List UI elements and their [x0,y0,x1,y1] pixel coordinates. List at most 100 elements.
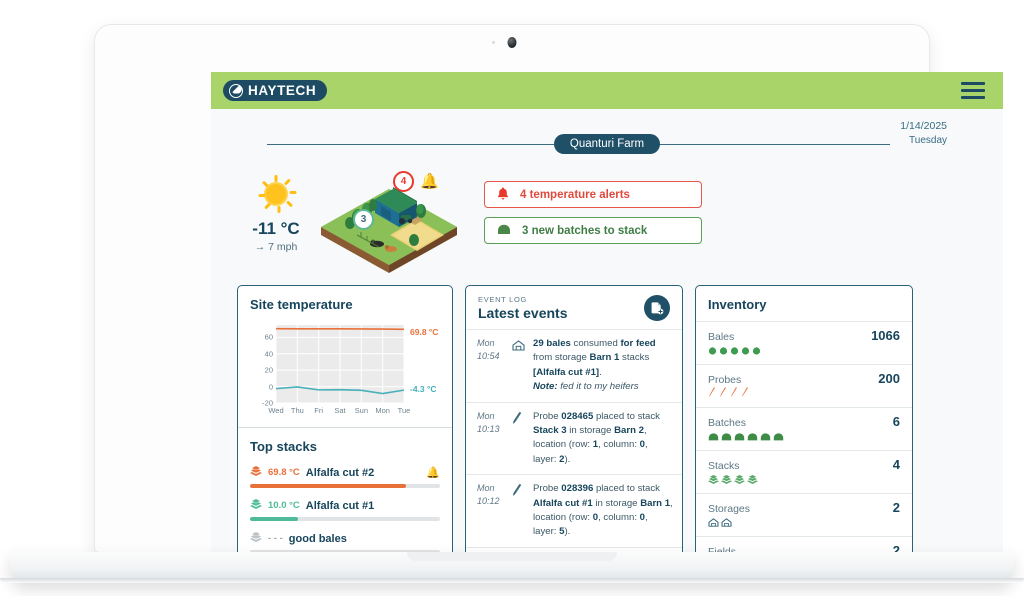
chart-y-tick: 0 [268,382,273,392]
storage-icon [721,514,732,532]
brand-logo[interactable]: HAYTECH [223,80,328,101]
inventory-list: Bales 1066 Probes 200 Batches 6 Stacks 4… [696,321,912,577]
top-stacks-title: Top stacks [250,439,317,454]
event-log-title: Latest events [478,305,568,321]
event-log-kicker: EVENT LOG [478,295,528,304]
scene-alert-badge[interactable]: 4 [393,171,414,192]
event-log-list[interactable]: Mon 10:54 29 bales consumed for feed from… [466,329,682,577]
inventory-count: 2 [892,500,900,515]
event-log-header: EVENT LOG Latest events [466,286,682,329]
chart-x-tick: Fri [314,406,324,415]
event-log-card: EVENT LOG Latest events Mon 10:54 29 bal… [465,285,683,577]
stack-icon [250,532,262,545]
event-description: 29 bales consumed for feed from storage … [533,338,656,393]
probe-icon [741,385,750,403]
inventory-icon-row [708,431,900,443]
top-stack-row[interactable]: 69.8 °C Alfalfa cut #2 🔔 [250,466,440,488]
inventory-icon-row [708,345,900,357]
brand-name: HAYTECH [248,83,317,98]
inventory-row[interactable]: Bales 1066 [696,321,912,364]
stack-icon [708,471,719,489]
hay-bale-icon [497,223,511,238]
inventory-row[interactable]: Probes 200 [696,364,912,407]
chart-cold-value: -4.3 °C [410,384,437,394]
inventory-card: Inventory Bales 1066 Probes 200 Batches … [695,285,913,577]
event-timestamp: Mon 10:54 [477,338,500,362]
chart-x-tick: Sun [354,406,369,415]
current-weekday: Tuesday [909,134,947,146]
event-description: Probe 028396 placed to stack Alfalfa cut… [533,483,673,538]
scene-stack-badge[interactable]: 3 [353,209,374,230]
chart-y-tick: 40 [264,349,273,359]
farm-illustration[interactable]: 4 3 🔔 [317,165,462,275]
chart-series-svg [275,325,405,404]
chart-x-tick: Sat [334,406,346,415]
sun-core [266,184,286,204]
bale-icon [708,342,717,360]
laptop-base-shadow [0,578,1024,583]
farm-name-pill[interactable]: Quanturi Farm [553,134,661,154]
inventory-count: 6 [892,414,900,429]
bale-icon [719,342,728,360]
chart-x-tick: Tue [397,406,411,415]
stack-bar-fill [250,484,406,488]
inventory-icon-row [708,385,900,403]
site-temperature-title: Site temperature [250,297,353,312]
inventory-header: Inventory [696,286,912,321]
event-description: Probe 028465 placed to stack Stack 3 in … [533,410,660,465]
leaf-circle-icon [229,83,243,98]
batch-icon [734,428,745,446]
chart-x-tick: Wed [268,406,284,415]
batch-icon [747,428,758,446]
inventory-row[interactable]: Batches 6 [696,407,912,450]
chart-x-tick: Mon [375,406,390,415]
top-stack-row[interactable]: 10.0 °C Alfalfa cut #1 [250,499,440,521]
batch-icon [760,428,771,446]
inventory-count: 1066 [871,328,900,343]
inventory-icon-row [708,517,900,529]
menu-line [961,96,985,99]
batch-icon [773,428,784,446]
top-stack-row[interactable]: - - - good bales [250,532,440,554]
stack-temperature: 69.8 °C [268,467,300,478]
site-temperature-section: Site temperature -20 0 20 40 60 Wed Thu Fri Sat… [238,286,452,427]
event-timestamp: Mon 10:12 [477,483,500,507]
inventory-row[interactable]: Storages 2 [696,493,912,536]
site-temperature-card: Site temperature -20 0 20 40 60 Wed Thu Fri Sat… [237,285,453,577]
probe-icon [730,385,739,403]
alerts-list: 4 temperature alerts 3 new batches to st… [484,165,702,253]
bale-icon [730,342,739,360]
summary-row: -11 °C → 7 mph 4 3 🔔 4 temperature alert… [237,165,977,275]
batch-icon [721,428,732,446]
chart-y-tick: 20 [264,365,273,375]
stack-icon [747,471,758,489]
probe-icon [512,482,526,540]
app-header-bar: HAYTECH [211,72,1003,109]
site-temperature-chart[interactable]: -20 0 20 40 60 Wed Thu Fri Sat Sun Mon Tue 69.8 °C… [250,321,440,419]
probe-icon [708,385,717,403]
event-log-item[interactable]: Mon 10:12 Probe 028396 placed to stack Al… [466,474,682,547]
inventory-row[interactable]: Stacks 4 [696,450,912,493]
new-batches-button[interactable]: 3 new batches to stack [484,217,702,244]
hamburger-menu-icon[interactable] [961,82,985,99]
sun-icon [257,175,297,213]
camera-indicator-dot [492,41,495,44]
bell-icon [497,187,509,203]
bale-icon [741,342,750,360]
event-log-item[interactable]: Mon 10:13 Probe 028465 placed to stack St… [466,401,682,475]
date-display: 1/14/2025 Tuesday [890,120,947,147]
stack-temperature: 10.0 °C [268,500,300,511]
chart-x-tick: Thu [290,406,304,415]
stack-temperature: - - - [268,533,283,544]
menu-line [961,89,985,92]
current-date: 1/14/2025 [900,120,947,132]
stack-name: good bales [288,532,347,545]
event-log-item[interactable]: Mon 10:54 29 bales consumed for feed from… [466,329,682,402]
temperature-alerts-button[interactable]: 4 temperature alerts [484,181,702,208]
new-batches-label: 3 new batches to stack [522,224,648,237]
storage-icon [708,514,719,532]
bell-icon: 🔔 [420,173,439,190]
farm-isometric-svg [321,187,457,273]
add-document-icon[interactable] [644,295,670,321]
stack-icon [250,466,262,479]
